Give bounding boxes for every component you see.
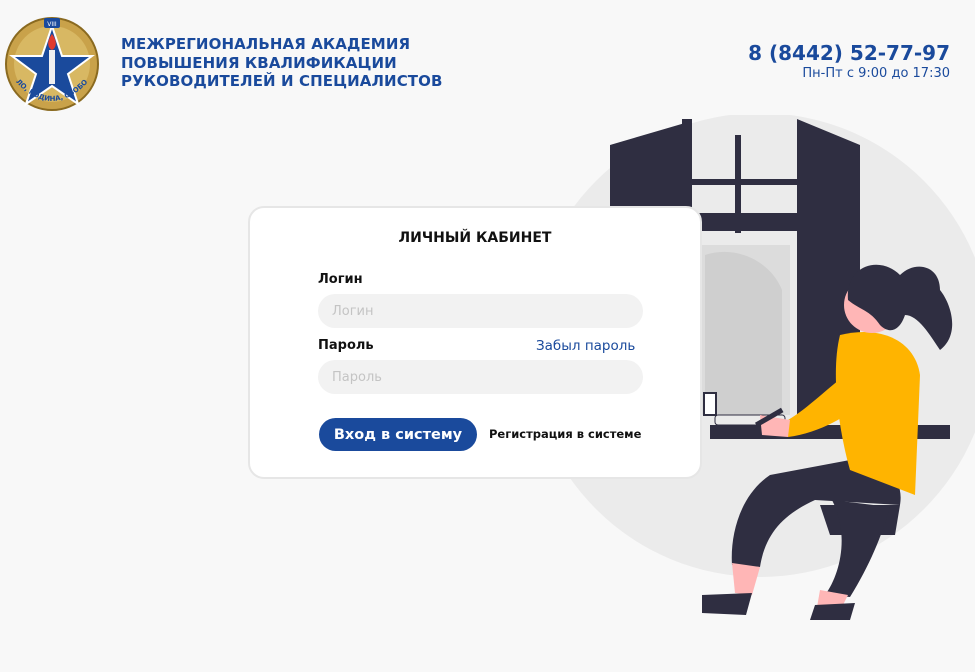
- logo-badge-text: VIII: [47, 21, 57, 28]
- card-title: ЛИЧНЫЙ КАБИНЕТ: [398, 230, 552, 246]
- organization-name: МЕЖРЕГИОНАЛЬНАЯ АКАДЕМИЯ ПОВЫШЕНИЯ КВАЛИ…: [121, 35, 443, 91]
- login-input[interactable]: [318, 294, 643, 328]
- working-hours: Пн-Пт с 9:00 до 17:30: [802, 66, 950, 81]
- login-label: Логин: [318, 272, 363, 287]
- phone-number[interactable]: 8 (8442) 52-77-97: [748, 41, 950, 65]
- org-name-line-2: ПОВЫШЕНИЯ КВАЛИФИКАЦИИ: [121, 53, 397, 72]
- org-name-line-3: РУКОВОДИТЕЛЕЙ И СПЕЦИАЛИСТОВ: [121, 72, 443, 90]
- login-card: ЛИЧНЫЙ КАБИНЕТ Логин Пароль Забыл пароль…: [248, 206, 702, 479]
- academy-emblem-icon: VIII ДЕЛО, РОДИНА, СВОБОДА: [2, 12, 99, 111]
- forgot-password-link[interactable]: Забыл пароль: [536, 338, 635, 354]
- password-input[interactable]: [318, 360, 643, 394]
- org-name-line-1: МЕЖРЕГИОНАЛЬНАЯ АКАДЕМИЯ: [121, 35, 411, 53]
- register-link[interactable]: Регистрация в системе: [489, 427, 641, 441]
- login-button[interactable]: Вход в систему: [319, 418, 477, 451]
- password-label: Пароль: [318, 338, 374, 353]
